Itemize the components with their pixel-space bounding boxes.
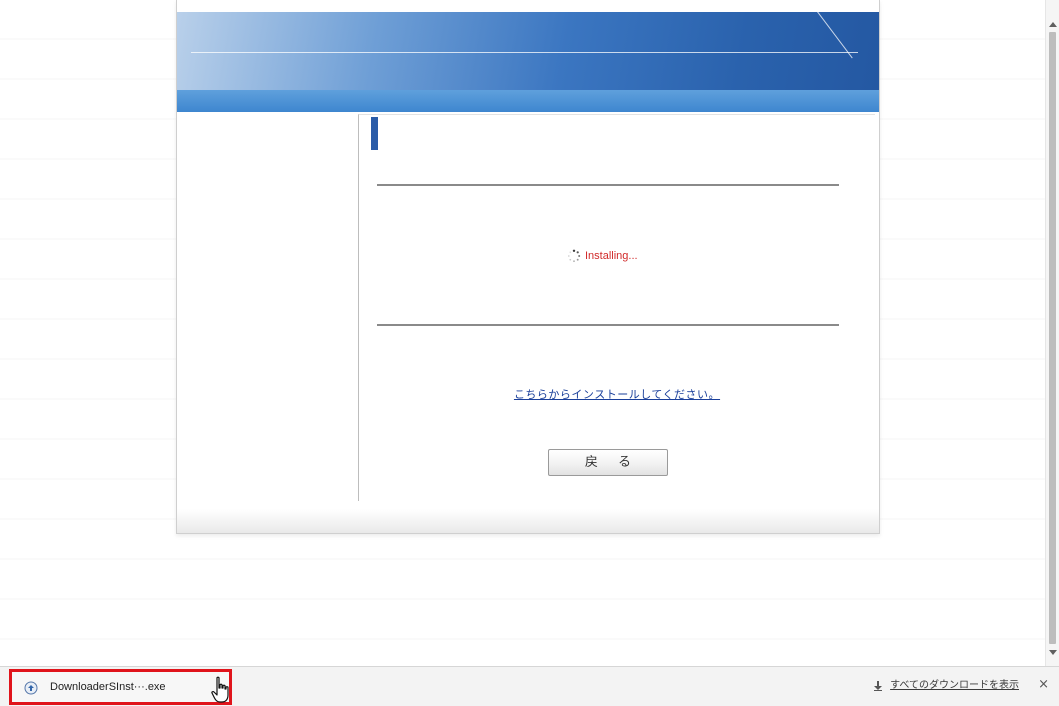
vertical-scrollbar[interactable] [1045, 0, 1059, 666]
title-accent-bar [371, 117, 378, 150]
panel-header-banner [177, 11, 879, 112]
panel-footer [177, 509, 879, 533]
spinner-icon [567, 249, 581, 263]
download-item[interactable]: DownloaderSInst···.exe [9, 669, 232, 705]
status-text: Installing... [585, 250, 638, 262]
file-icon [24, 681, 38, 695]
installer-content: Installing... こちらからインストールしてください。 戻 る [358, 114, 875, 501]
bottom-divider [377, 324, 839, 326]
scroll-thumb[interactable] [1049, 32, 1056, 644]
download-arrow-icon [874, 680, 883, 691]
install-status: Installing... [567, 248, 638, 264]
hand-cursor-icon [211, 676, 229, 703]
show-all-downloads[interactable]: すべてのダウンロードを表示 [874, 679, 1019, 692]
installer-panel: Installing... こちらからインストールしてください。 戻 る [176, 0, 880, 534]
panel-subheader-bar [177, 90, 879, 112]
show-all-downloads-link[interactable]: すべてのダウンロードを表示 [890, 679, 1019, 692]
scroll-down-icon[interactable] [1049, 650, 1057, 655]
close-icon[interactable]: × [1038, 678, 1049, 692]
browser-page: Installing... こちらからインストールしてください。 戻 る [0, 0, 1045, 666]
top-divider [377, 184, 839, 186]
header-decorative-line [191, 52, 858, 53]
scroll-up-icon[interactable] [1049, 22, 1057, 27]
install-here-link[interactable]: こちらからインストールしてください。 [359, 388, 875, 402]
download-file-name[interactable]: DownloaderSInst···.exe [50, 680, 166, 695]
back-button[interactable]: 戻 る [548, 449, 668, 476]
download-bar: DownloaderSInst···.exe すべてのダウンロードを表示 × [0, 666, 1059, 706]
